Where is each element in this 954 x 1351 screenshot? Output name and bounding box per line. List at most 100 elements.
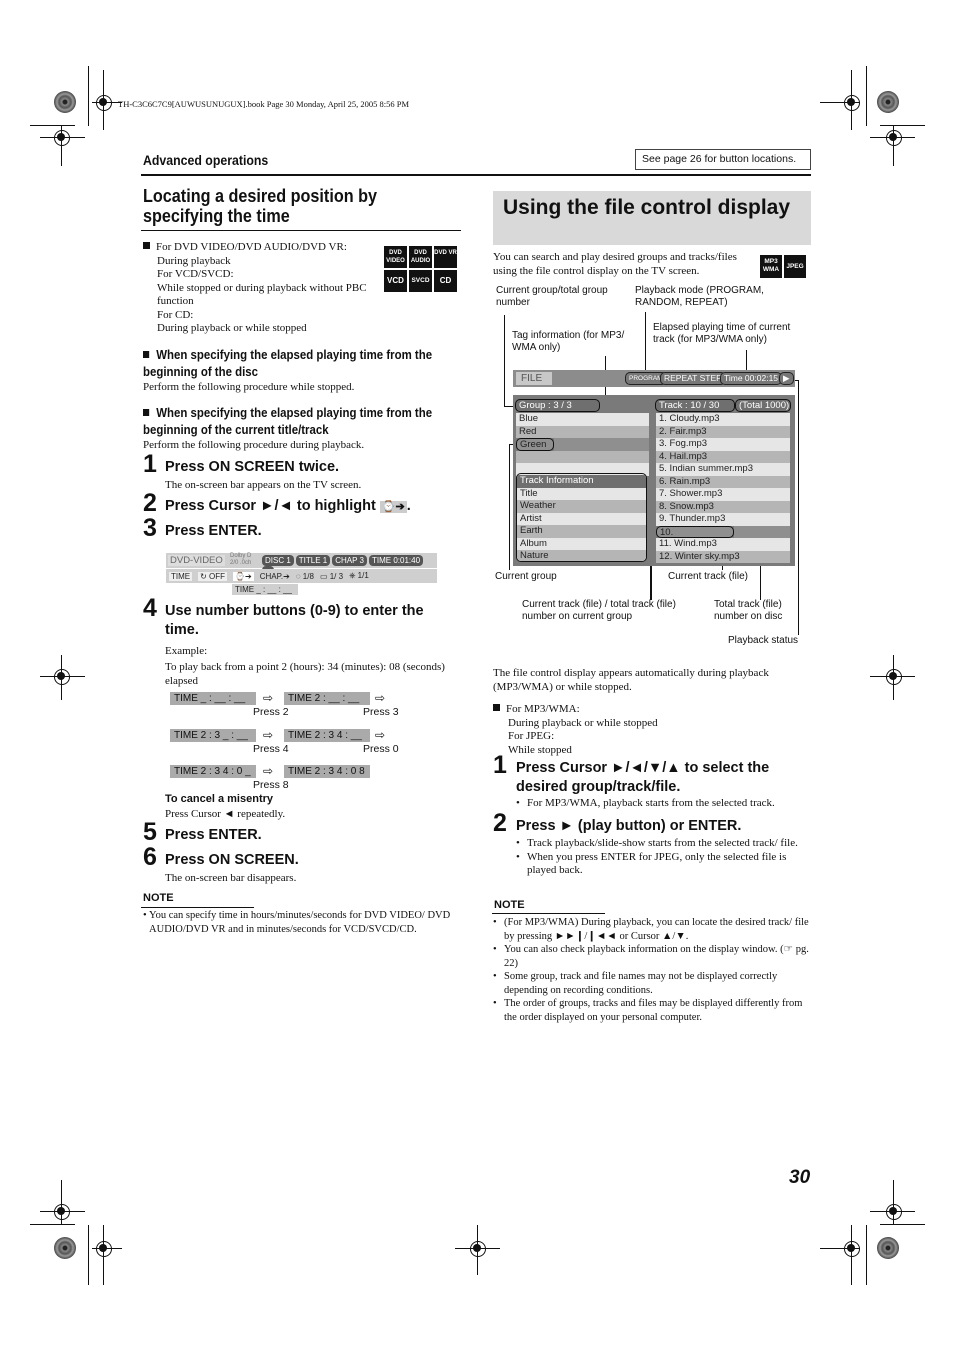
track-item[interactable]: 3. Fog.mp3: [656, 438, 790, 451]
step-number: 3: [143, 514, 157, 542]
square-bullet-icon: [143, 409, 150, 416]
badge-jpeg: JPEG: [784, 255, 806, 278]
step-number: 6: [143, 843, 157, 871]
osd-audio-icon: ◌ 1/8: [295, 571, 314, 581]
example-label: Example:: [165, 645, 208, 657]
cancel-text: Press Cursor ◄ repeatedly.: [165, 808, 286, 820]
track-item[interactable]: 1. Cloudy.mp3: [656, 413, 790, 426]
square-bullet-icon: [493, 704, 500, 711]
registration-rosette-bottom-left: [54, 1237, 76, 1259]
crop-line: [893, 655, 894, 700]
registration-rosette-bottom-right: [877, 1237, 899, 1259]
note-rule: [492, 913, 605, 914]
crop-line: [866, 1225, 867, 1285]
osd-time-entry: TIME _ : __ : __: [232, 584, 298, 595]
badge-dvd-video: DVD VIDEO: [384, 246, 407, 268]
applicability-label: For VCD/SVCD:: [157, 268, 234, 280]
file-control-display: FILE PROGRAM REPEAT STEP Time 00:02:15 ▶…: [513, 370, 795, 566]
press-label: Press 3: [363, 706, 399, 718]
section-label: Advanced operations: [143, 152, 269, 168]
leader-line: [509, 444, 510, 570]
track-item[interactable]: 4. Hail.mp3: [656, 450, 790, 463]
left-title-rule: [141, 230, 461, 231]
arrow-right-icon: ⇨: [263, 728, 274, 742]
crop-line: [61, 1180, 62, 1225]
group-selection-fill: [554, 438, 649, 451]
press-label: Press 8: [253, 779, 289, 791]
crop-line: [820, 102, 860, 103]
page-number: 30: [789, 1167, 811, 1188]
crop-line: [40, 137, 85, 138]
subheading-disc: When specifying the elapsed playing time…: [143, 347, 433, 379]
auto-display-text: The file control display appears automat…: [493, 667, 769, 693]
osd-bar-row1: DVD-VIDEO Dolby D 2/0 .0ch DISC 1 TITLE 1…: [166, 553, 437, 577]
note-item: • You can specify time in hours/minutes/s…: [143, 910, 451, 935]
cancel-title: To cancel a misentry: [165, 793, 274, 805]
track-item[interactable]: 6. Rain.mp3: [656, 475, 790, 488]
track-item[interactable]: 2. Fair.mp3: [656, 425, 790, 438]
badge-dvd-vr: DVD VR: [434, 246, 457, 268]
badge-dvd-audio: DVD AUDIO: [409, 246, 432, 268]
track-info-item: Earth: [517, 525, 646, 538]
crop-line: [88, 1225, 89, 1285]
step-text: Press ENTER.: [165, 523, 262, 539]
step-text-row: Press Cursor ►/◄ to highlight ⌚➔.: [165, 498, 411, 514]
group-header: Group : 3 / 3: [515, 399, 600, 412]
fcd-play-status-icon: ▶: [779, 372, 794, 385]
osd-disc: DISC 1: [262, 555, 294, 566]
fcd-repeat: REPEAT STEP: [660, 372, 726, 385]
osd-time-search-icon[interactable]: ⌚➔: [233, 571, 254, 581]
registration-rosette-top-left: [54, 91, 76, 113]
step-desc: The on-screen bar appears on the TV scre…: [165, 479, 362, 491]
crop-line: [30, 1224, 75, 1225]
group-item[interactable]: Blue: [516, 413, 649, 426]
right-intro: You can search and play desired groups a…: [493, 251, 737, 277]
step-number: 2: [493, 809, 507, 837]
header-rule: [141, 174, 811, 176]
fcd-body: Group : 3 / 3 Blue Red Green Track Informa…: [513, 395, 795, 566]
crop-line: [893, 126, 894, 166]
arrow-right-icon: ⇨: [375, 691, 386, 705]
track-info-item: Album: [517, 537, 646, 550]
step-number: 1: [143, 450, 157, 478]
applicability-text: During playback or while stopped: [508, 716, 658, 729]
callout-group-total: Current group/total group number: [496, 285, 608, 308]
time-display: TIME 2 : __ : __: [284, 692, 370, 705]
track-item[interactable]: 5. Indian summer.mp3: [656, 463, 790, 476]
subheading-title: When specifying the elapsed playing time…: [143, 405, 433, 437]
crop-line: [92, 1248, 122, 1249]
callout-track-total-group: Current track (file) / total track (file…: [522, 599, 676, 622]
press-label: Press 2: [253, 706, 289, 718]
fcd-file-label: FILE: [516, 372, 552, 385]
group-item[interactable]: Red: [516, 425, 649, 438]
time-display: TIME 2 : 3 4 : __: [284, 729, 370, 742]
crop-line: [40, 1211, 85, 1212]
arrow-right-icon: ⇨: [263, 764, 274, 778]
group-item[interactable]: Green: [516, 438, 554, 451]
applicability-text: While stopped: [508, 743, 572, 756]
step-text: Press ON SCREEN twice.: [165, 459, 340, 475]
crop-line: [40, 676, 85, 677]
time-display: TIME 2 : 3 4 : 0 8: [284, 765, 370, 778]
osd-chapter-search[interactable]: CHAP.➔: [260, 572, 290, 581]
track-item[interactable]: 11. Wind.mp3: [656, 538, 790, 551]
applicability-item: For DVD VIDEO/DVD AUDIO/DVD VR:: [143, 241, 388, 255]
step-text: Use number buttons (0-9) to enter the ti…: [165, 603, 424, 638]
arrow-right-icon: ⇨: [375, 728, 386, 742]
time-display: TIME 2 : 3 4 : 0 _: [170, 765, 256, 778]
crop-line: [866, 66, 867, 126]
step-text: Press ON SCREEN.: [165, 852, 299, 868]
osd-angle-icon: ⎈ 1/1: [349, 571, 369, 580]
track-item[interactable]: 8. Snow.mp3: [656, 500, 790, 513]
crop-line: [61, 655, 62, 700]
press-label: Press 4: [253, 743, 289, 755]
track-item[interactable]: 7. Shower.mp3: [656, 488, 790, 501]
crop-line: [851, 70, 852, 130]
step-bullet: • For MP3/WMA, playback starts from the s…: [516, 797, 775, 809]
track-item[interactable]: 9. Thunder.mp3: [656, 513, 790, 526]
note-label: NOTE: [494, 899, 525, 911]
track-item[interactable]: 12. Winter sky.mp3: [656, 550, 790, 563]
crop-line: [103, 70, 104, 130]
subheading-disc-desc: Perform the following procedure while st…: [143, 381, 355, 393]
track-item[interactable]: 10. Typhoon.mp3: [656, 525, 734, 550]
